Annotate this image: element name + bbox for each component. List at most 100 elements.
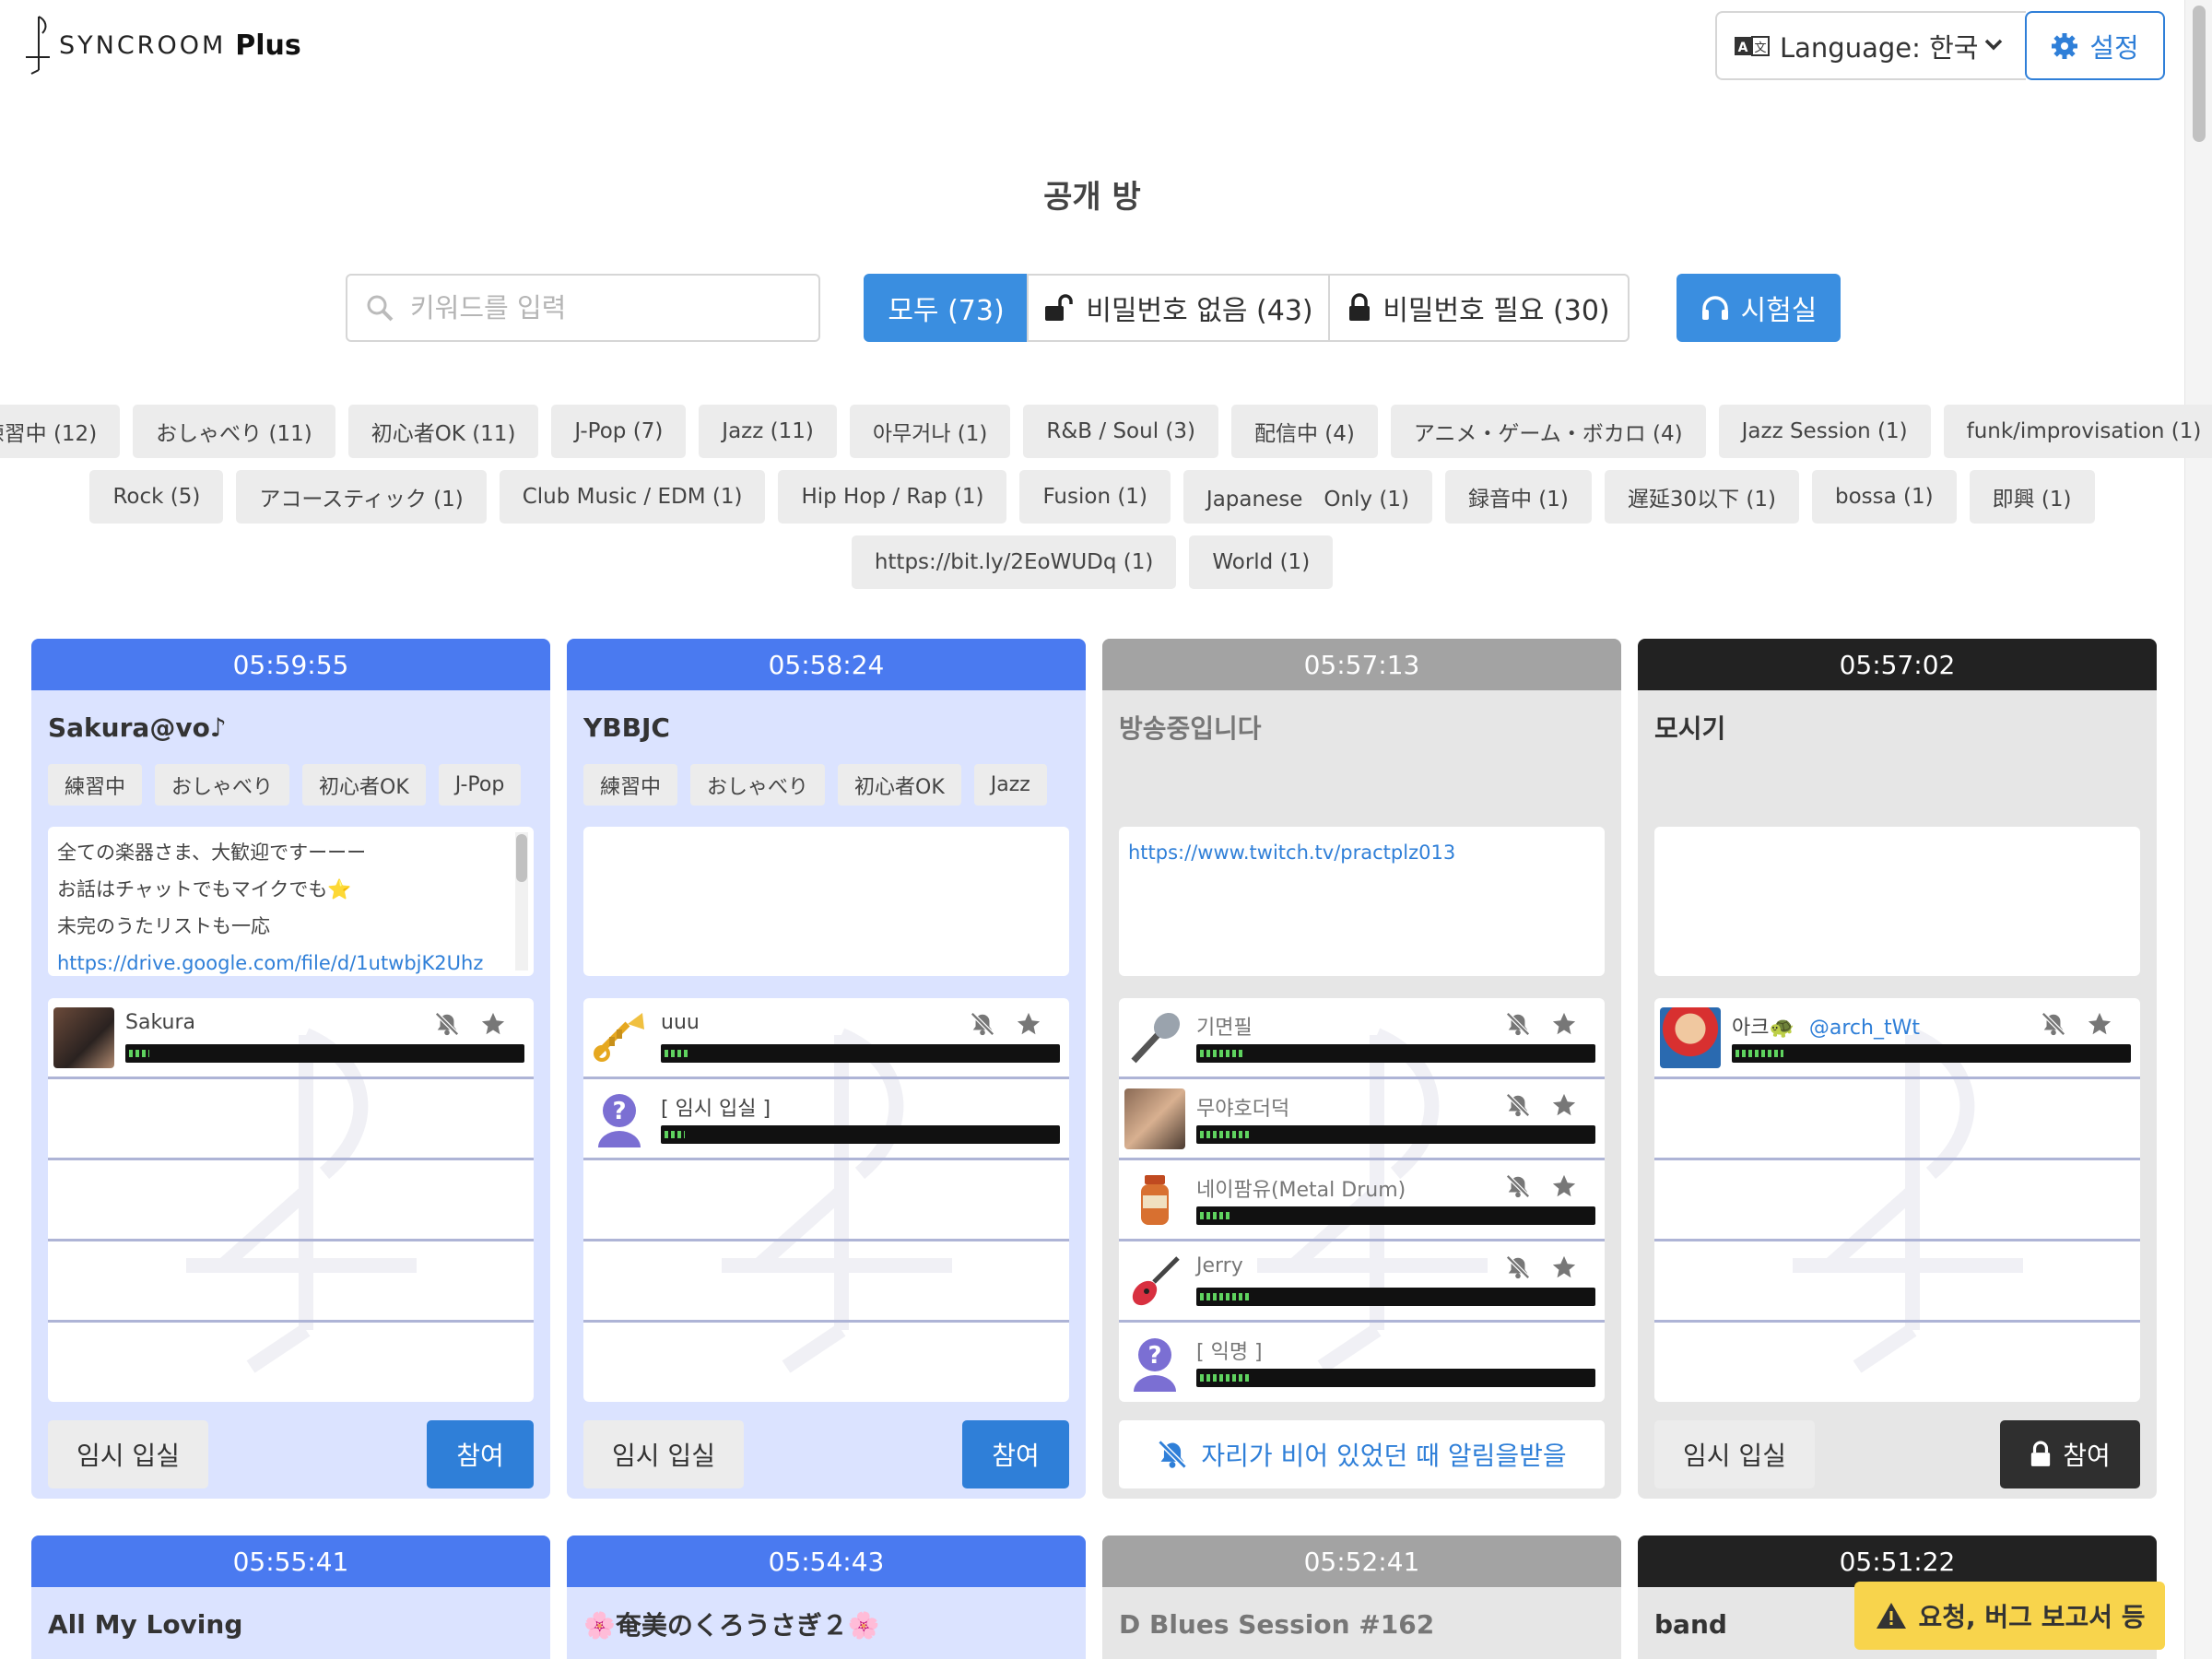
bell-off-icon[interactable] — [2041, 1011, 2066, 1037]
member-list: uuu [ 임시 입실 ] — [583, 998, 1069, 1402]
star-icon[interactable] — [1016, 1011, 1041, 1037]
member-slot: uuu — [583, 998, 1069, 1079]
member-slot: 아크🐢 @arch_tWt — [1654, 998, 2140, 1079]
room-card[interactable]: 05:57:02 모시기 아크🐢 @arch_tWt 임시 입실 참여 — [1638, 639, 2157, 1499]
trial-room-button[interactable]: 시험실 — [1677, 274, 1841, 342]
tag-chip[interactable]: アニメ・ゲーム・ボカロ (4) — [1390, 405, 1706, 458]
bell-off-icon[interactable] — [434, 1011, 460, 1037]
empty-slot — [1654, 1160, 2140, 1241]
tag-chip[interactable]: World (1) — [1189, 535, 1334, 589]
room-tag: 練習中 — [48, 764, 143, 806]
filter-all-button[interactable]: 모두 (73) — [864, 274, 1029, 342]
microphone-avatar-icon — [1124, 1007, 1185, 1068]
room-card[interactable]: 05:55:41 All My Loving — [31, 1535, 550, 1659]
room-tag: 初心者OK — [838, 764, 961, 806]
tag-chip[interactable]: 配信中 (4) — [1230, 405, 1378, 458]
tag-chip[interactable]: J-Pop (7) — [551, 405, 687, 458]
tag-chip[interactable]: Fusion (1) — [1019, 470, 1171, 524]
tag-chip[interactable]: 初心者OK (11) — [347, 405, 539, 458]
room-description: 全ての楽器さま、大歓迎ですーーー お話はチャットでもマイクでも⭐ 未完のうたリス… — [48, 827, 534, 976]
tag-chip[interactable]: Jazz Session (1) — [1718, 405, 1931, 458]
tag-chip[interactable]: 遅延30以下 (1) — [1604, 470, 1799, 524]
room-card[interactable]: 05:54:43 🌸奄美のくろうさぎ２🌸 — [567, 1535, 1086, 1659]
member-handle-link[interactable]: @arch_tWt — [1809, 1017, 1920, 1040]
member-slot: Sakura — [48, 998, 534, 1079]
syncroom-logo[interactable]: SYNCROOM Plus — [22, 13, 301, 77]
scrollbar-thumb[interactable] — [2193, 6, 2206, 142]
trial-entry-button[interactable]: 임시 입실 — [1654, 1419, 1815, 1488]
tag-chip[interactable]: Jazz (11) — [699, 405, 837, 458]
bell-off-icon[interactable] — [1505, 1173, 1531, 1199]
tag-chip[interactable]: bossa (1) — [1812, 470, 1957, 524]
settings-button[interactable]: 설정 — [2025, 11, 2165, 80]
join-label: 참여 — [2063, 1440, 2111, 1471]
audio-level-meter — [661, 1044, 1060, 1063]
avatar — [1124, 1088, 1185, 1149]
join-button[interactable]: 참여 — [2000, 1419, 2140, 1488]
member-name: Sakura — [125, 1011, 195, 1034]
star-icon[interactable] — [2087, 1011, 2112, 1037]
page-scrollbar[interactable] — [2184, 0, 2212, 1659]
bell-off-icon[interactable] — [1505, 1092, 1531, 1118]
meter-fill — [1200, 1212, 1232, 1219]
bell-off-icon — [1158, 1439, 1187, 1469]
tag-chip[interactable]: アコースティック (1) — [236, 470, 487, 524]
room-card[interactable]: 05:57:13 방송중입니다 https://www.twitch.tv/pr… — [1102, 639, 1621, 1499]
notify-label: 자리가 비어 있었던 때 알림을받을 — [1201, 1440, 1567, 1471]
member-name: 아크🐢 @arch_tWt — [1732, 1011, 1920, 1041]
bell-off-icon[interactable] — [970, 1011, 995, 1037]
filter-all-label: 모두 (73) — [888, 295, 1005, 327]
tag-chip[interactable]: 即興 (1) — [1969, 470, 2095, 524]
room-description — [1654, 827, 2140, 976]
meter-fill — [1200, 1131, 1253, 1138]
description-link[interactable]: https://drive.google.com/file/d/1utwbjK2… — [57, 952, 483, 974]
tag-chip[interactable]: Club Music / EDM (1) — [499, 470, 766, 524]
tag-chip[interactable]: R&B / Soul (3) — [1023, 405, 1218, 458]
tag-chip[interactable]: 練習中 (12) — [0, 405, 121, 458]
member-name: 네이팜유(Metal Drum) — [1196, 1179, 1406, 1202]
star-icon[interactable] — [1551, 1254, 1577, 1280]
trial-entry-button[interactable]: 임시 입실 — [48, 1419, 208, 1488]
description-scrollbar[interactable] — [515, 832, 528, 971]
meter-fill — [665, 1050, 688, 1057]
room-card[interactable]: 05:52:41 D Blues Session #162 — [1102, 1535, 1621, 1659]
room-tag: おしゃべり — [155, 764, 290, 806]
anonymous-avatar-icon — [589, 1088, 650, 1149]
empty-slot — [48, 1160, 534, 1241]
room-name: 모시기 — [1654, 713, 1726, 744]
join-button[interactable]: 참여 — [427, 1419, 534, 1488]
tag-chip[interactable]: Hip Hop / Rap (1) — [778, 470, 1007, 524]
tag-chip[interactable]: funk/improvisation (1) — [1943, 405, 2212, 458]
search-input[interactable] — [410, 292, 779, 324]
room-elapsed-time: 05:59:55 — [31, 639, 550, 690]
member-slot: 네이팜유(Metal Drum) — [1119, 1160, 1605, 1241]
star-icon[interactable] — [1551, 1011, 1577, 1037]
tag-chip[interactable]: 録音中 (1) — [1444, 470, 1592, 524]
tag-chip[interactable]: Rock (5) — [89, 470, 224, 524]
language-select[interactable]: A 文 Language: 한국 — [1715, 11, 2026, 80]
filter-no-password-button[interactable]: 비밀번호 없음 (43) — [1027, 274, 1330, 342]
join-button[interactable]: 참여 — [962, 1419, 1069, 1488]
bell-off-icon[interactable] — [1505, 1254, 1531, 1280]
filter-password-button[interactable]: 비밀번호 필요 (30) — [1328, 274, 1630, 342]
tag-chip[interactable]: 아무거나 (1) — [849, 405, 1011, 458]
tag-chip[interactable]: https://bit.ly/2EoWUDq (1) — [851, 535, 1177, 589]
description-link[interactable]: https://www.twitch.tv/practplz013 — [1128, 841, 1455, 864]
tag-chip[interactable]: おしゃべり (11) — [133, 405, 335, 458]
member-slot: [ 익명 ] — [1119, 1323, 1605, 1402]
trial-entry-button[interactable]: 임시 입실 — [583, 1419, 744, 1488]
search-box[interactable] — [346, 274, 820, 342]
tag-row-1: 練習中 (12) おしゃべり (11) 初心者OK (11) J-Pop (7)… — [0, 405, 2212, 458]
room-card[interactable]: 05:59:55 Sakura@vo♪ 練習中 おしゃべり 初心者OK J-Po… — [31, 639, 550, 1499]
bell-off-icon[interactable] — [1505, 1011, 1531, 1037]
room-card[interactable]: 05:58:24 YBBJC 練習中 おしゃべり 初心者OK Jazz uuu — [567, 639, 1086, 1499]
empty-slot — [583, 1241, 1069, 1323]
meter-fill — [1200, 1293, 1253, 1300]
notify-when-available-button[interactable]: 자리가 비어 있었던 때 알림을받을 — [1119, 1419, 1605, 1488]
star-icon[interactable] — [1551, 1092, 1577, 1118]
star-icon[interactable] — [480, 1011, 506, 1037]
meter-fill — [1735, 1050, 1783, 1057]
tag-chip[interactable]: Japanese Only (1) — [1182, 470, 1432, 524]
star-icon[interactable] — [1551, 1173, 1577, 1199]
feedback-button[interactable]: 요청, 버그 보고서 등 — [1854, 1582, 2165, 1650]
